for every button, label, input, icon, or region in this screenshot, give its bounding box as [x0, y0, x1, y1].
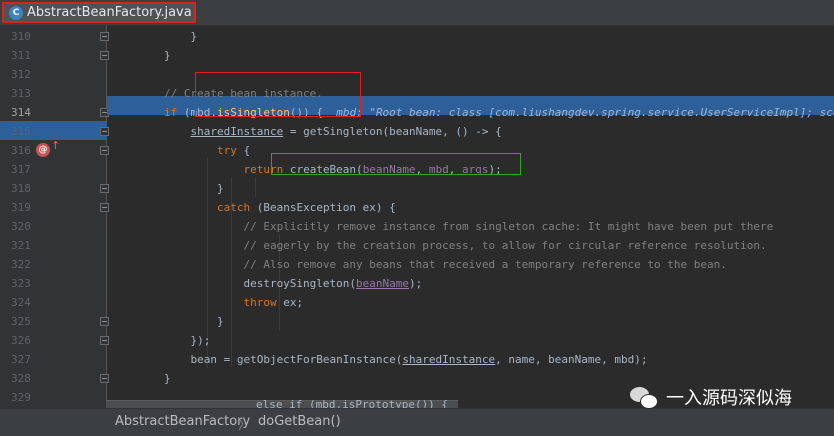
code-line[interactable]: }: [111, 369, 171, 388]
line-number: 310: [11, 30, 31, 43]
code-token: }: [111, 182, 224, 195]
line-number-gutter[interactable]: 310 311 312 313 314 315 316 317 318 319 320 321 322 3…: [0, 25, 109, 408]
code-line[interactable]: destroySingleton(beanName);: [111, 274, 422, 293]
code-line[interactable]: }: [111, 46, 171, 65]
code-token: (BeansException ex) {: [250, 201, 396, 214]
code-token: }: [111, 315, 224, 328]
code-line[interactable]: // Also remove any beans that received a…: [111, 255, 727, 274]
line-number: 327: [11, 353, 31, 366]
code-token: = getSingleton(beanName, () -> {: [283, 125, 502, 138]
code-line[interactable]: // Explicitly remove instance from singl…: [111, 217, 773, 236]
code-token: sharedInstance: [190, 125, 284, 138]
breadcrumb-class[interactable]: AbstractBeanFactory: [115, 414, 250, 429]
line-number: 315: [11, 125, 31, 138]
code-token: catch: [216, 201, 251, 214]
code-line[interactable]: throw ex;: [111, 293, 303, 312]
line-number: 313: [11, 87, 31, 100]
line-number: 312: [11, 68, 31, 81]
line-number: 318: [11, 182, 31, 195]
line-number: 324: [11, 296, 31, 309]
java-class-icon: C: [9, 5, 23, 20]
line-number: 328: [11, 372, 31, 385]
watermark-text: 一入源码深似海: [666, 388, 792, 409]
code-editor[interactable]: } } // Create bean instance. if (mbd.isS…: [107, 25, 834, 408]
line-number: 323: [11, 277, 31, 290]
code-token: mbd: "Root bean: class [com.liushangdev.…: [336, 106, 834, 119]
line-number: 325: [11, 315, 31, 328]
code-line[interactable]: try {: [111, 141, 250, 160]
line-number: 314: [11, 106, 31, 119]
code-line[interactable]: }: [111, 179, 224, 198]
code-token: ex;: [276, 296, 304, 309]
code-token: // Explicitly remove instance from singl…: [111, 220, 774, 233]
watermark: 一入源码深似海: [630, 382, 792, 412]
code-token: destroySingleton(: [111, 277, 357, 290]
override-arrow-icon: ↑: [51, 139, 61, 152]
line-number: 321: [11, 239, 31, 252]
breadcrumb-method[interactable]: doGetBean(): [258, 414, 341, 429]
code-token: }: [111, 30, 198, 43]
code-token: throw: [243, 296, 277, 309]
line-number: 317: [11, 163, 31, 176]
line-number: 319: [11, 201, 31, 214]
code-token: , name, beanName, mbd);: [495, 353, 648, 366]
annotation-box-green: [271, 153, 521, 175]
breadcrumb: AbstractBeanFactory 〉 doGetBean(): [0, 408, 834, 436]
code-token: if: [163, 106, 178, 119]
line-number: 326: [11, 334, 31, 347]
code-line[interactable]: sharedInstance = getSingleton(beanName, …: [111, 122, 502, 141]
code-token: );: [409, 277, 423, 290]
code-token: }: [111, 49, 171, 62]
code-token: {: [236, 144, 251, 157]
tab-abstract-bean-factory[interactable]: C AbstractBeanFactory.java: [2, 2, 196, 23]
line-number: 311: [11, 49, 31, 62]
code-line[interactable]: }: [111, 312, 224, 331]
editor-tab-bar: C AbstractBeanFactory.java: [0, 0, 834, 26]
line-number: 320: [11, 220, 31, 233]
code-line[interactable]: }: [111, 27, 197, 46]
code-token: }: [111, 372, 171, 385]
breadcrumb-separator: 〉: [238, 418, 252, 433]
code-token: });: [111, 334, 211, 347]
code-line[interactable]: // eagerly by the creation process, to a…: [111, 236, 767, 255]
breakpoint-icon[interactable]: @: [36, 143, 50, 157]
code-token: try: [216, 144, 237, 157]
code-token: bean = getObjectForBeanInstance(: [111, 353, 403, 366]
code-line[interactable]: catch (BeansException ex) {: [111, 198, 396, 217]
annotation-box-red: [195, 72, 361, 117]
line-number: 329: [11, 391, 31, 404]
line-number: 322: [11, 258, 31, 271]
code-token: sharedInstance: [402, 353, 496, 366]
code-token: // Also remove any beans that received a…: [111, 258, 727, 271]
code-line[interactable]: });: [111, 331, 210, 350]
code-token: // eagerly by the creation process, to a…: [111, 239, 767, 252]
tab-label: AbstractBeanFactory.java: [27, 5, 192, 20]
wechat-icon: [630, 385, 658, 409]
code-token: beanName: [356, 277, 410, 290]
code-line[interactable]: bean = getObjectForBeanInstance(sharedIn…: [111, 350, 647, 369]
